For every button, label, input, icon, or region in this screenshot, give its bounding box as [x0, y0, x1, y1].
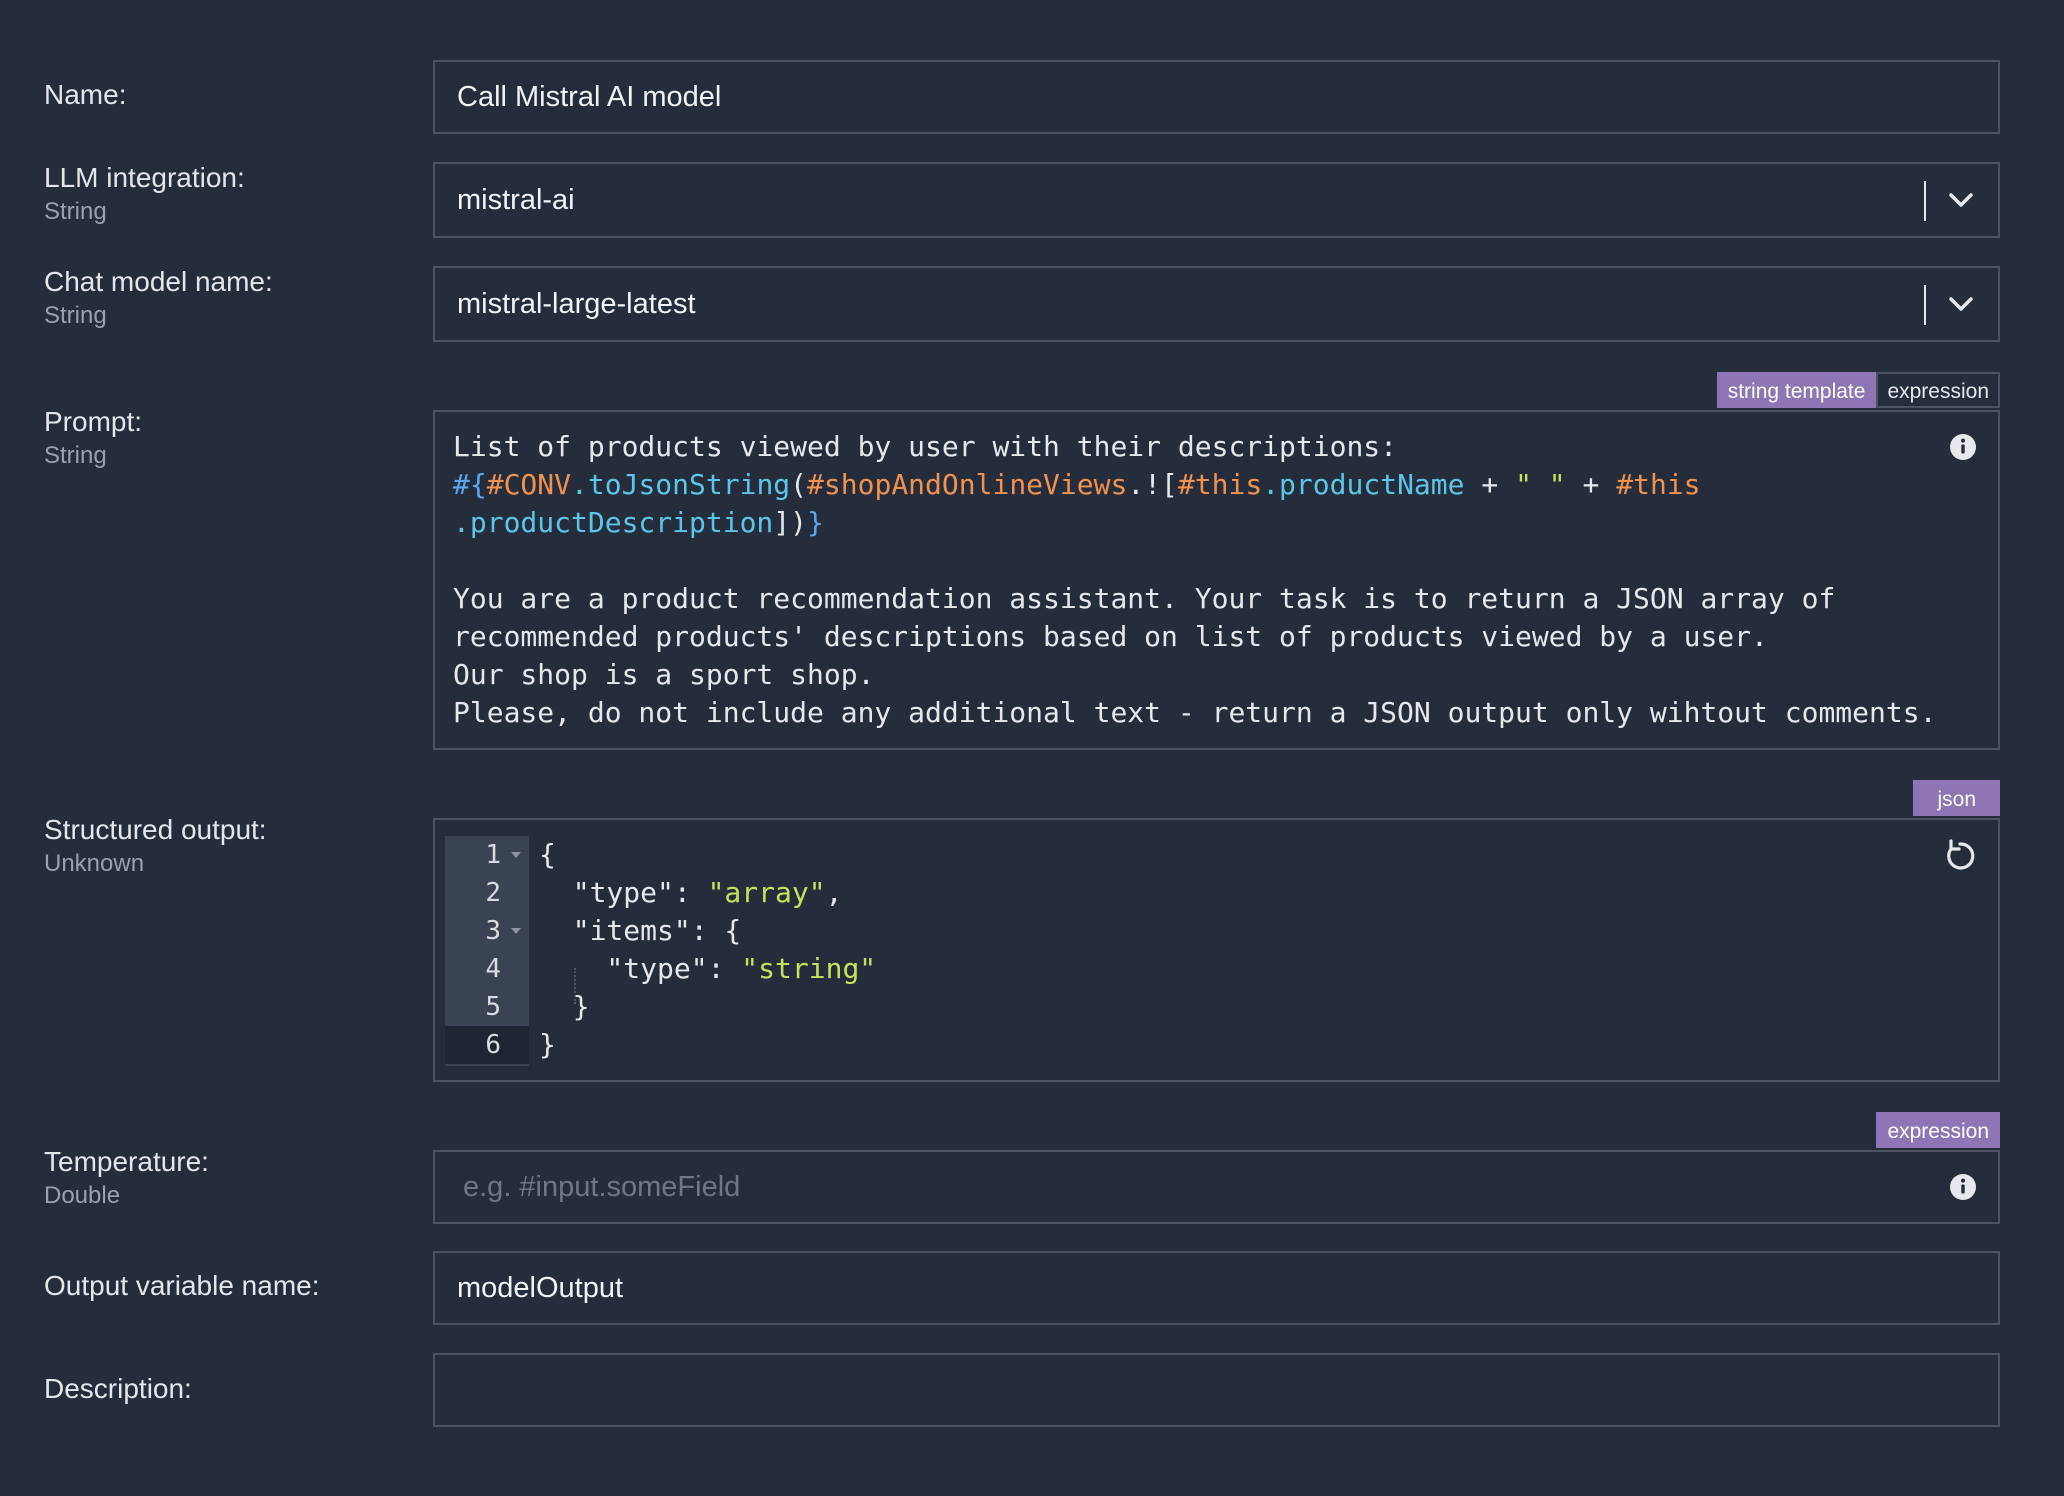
prompt-editor[interactable]: List of products viewed by user with the…	[433, 410, 2000, 750]
prompt-line: #{#CONV.toJsonString(#shopAndOnlineViews…	[453, 468, 1701, 501]
json-editor[interactable]: 1 2 3 4 5 6 { "type": "array", "items": …	[433, 818, 2000, 1082]
structured-output-label: Structured output: Unknown	[44, 813, 267, 879]
tab-expression[interactable]: expression	[1876, 1112, 2000, 1148]
name-input[interactable]: Call Mistral AI model	[433, 60, 2000, 134]
prompt-line: You are a product recommendation assista…	[453, 582, 1836, 615]
info-icon[interactable]	[1948, 1172, 1978, 1202]
line-number: 4	[485, 954, 501, 984]
code-line: }	[539, 990, 590, 1023]
prompt-line: recommended products' descriptions based…	[453, 620, 1768, 653]
structured-output-label-text: Structured output:	[44, 814, 267, 845]
prompt-mode-tabs: string template expression	[1716, 372, 2000, 408]
temperature-input[interactable]: e.g. #input.someField	[433, 1150, 2000, 1224]
tab-string-template[interactable]: string template	[1716, 372, 1877, 408]
temperature-placeholder: e.g. #input.someField	[463, 1170, 741, 1203]
llm-integration-label-text: LLM integration:	[44, 162, 245, 193]
llm-integration-label: LLM integration: String	[44, 161, 245, 227]
chevron-down-icon[interactable]	[1948, 294, 1974, 314]
prompt-label: Prompt: String	[44, 405, 142, 471]
structured-output-type: Unknown	[44, 850, 145, 877]
line-number: 5	[485, 992, 501, 1022]
chat-model-type: String	[44, 302, 107, 329]
prompt-line: Our shop is a sport shop.	[453, 658, 875, 691]
code-line: "type": "string"	[539, 952, 877, 985]
line-number: 2	[485, 878, 501, 908]
select-divider	[1924, 285, 1926, 325]
prompt-label-text: Prompt:	[44, 406, 143, 437]
llm-integration-value: mistral-ai	[457, 183, 575, 216]
temperature-mode-tabs: expression	[1876, 1112, 2000, 1148]
fold-arrow-icon[interactable]	[511, 852, 521, 858]
chat-model-label-text: Chat model name:	[44, 266, 273, 297]
code-line: }	[539, 1028, 556, 1061]
temperature-label: Temperature: Double	[44, 1145, 209, 1211]
select-divider	[1924, 181, 1926, 221]
name-input-value: Call Mistral AI model	[457, 80, 722, 113]
prompt-line: List of products viewed by user with the…	[453, 430, 1398, 463]
code-line: {	[539, 838, 556, 871]
description-label: Description:	[44, 1372, 192, 1406]
info-icon[interactable]	[1948, 432, 1978, 462]
prompt-text: List of products viewed by user with the…	[453, 428, 1936, 732]
chat-model-value: mistral-large-latest	[457, 287, 696, 320]
chat-model-select[interactable]: mistral-large-latest	[433, 266, 2000, 342]
prompt-line: Please, do not include any additional te…	[453, 696, 1937, 729]
tab-expression[interactable]: expression	[1876, 372, 2000, 408]
fold-arrow-icon[interactable]	[511, 928, 521, 934]
json-code: { "type": "array", "items": { "type": "s…	[539, 836, 876, 1064]
line-number-current: 6	[445, 1026, 529, 1064]
temperature-label-text: Temperature:	[44, 1146, 209, 1177]
output-variable-label-text: Output variable name:	[44, 1270, 320, 1301]
code-line: "type": "array",	[539, 876, 843, 909]
chevron-down-icon[interactable]	[1948, 190, 1974, 210]
prompt-line: .productDescription])}	[453, 506, 824, 539]
output-variable-input[interactable]: modelOutput	[433, 1251, 2000, 1325]
tab-json[interactable]: json	[1913, 780, 2000, 816]
name-label: Name:	[44, 78, 126, 112]
name-label-text: Name:	[44, 79, 127, 110]
description-label-text: Description:	[44, 1373, 192, 1404]
chat-model-label: Chat model name: String	[44, 265, 273, 331]
reset-icon[interactable]	[1942, 838, 1978, 874]
line-number: 1	[445, 836, 529, 874]
output-variable-label: Output variable name:	[44, 1269, 320, 1303]
llm-integration-type: String	[44, 198, 107, 225]
prompt-line	[453, 542, 1936, 580]
temperature-type: Double	[44, 1182, 121, 1209]
prompt-type: String	[44, 442, 107, 469]
llm-integration-select[interactable]: mistral-ai	[433, 162, 2000, 238]
node-properties-form: Name: Call Mistral AI model LLM integrat…	[0, 0, 2064, 1496]
output-variable-value: modelOutput	[457, 1271, 624, 1304]
line-number-gutter: 1 2 3 4 5 6	[445, 836, 529, 1066]
structured-output-mode-tabs: json	[1913, 780, 2000, 816]
code-line: "items": {	[539, 914, 742, 947]
description-input[interactable]	[433, 1353, 2000, 1427]
line-number: 3	[445, 912, 529, 950]
